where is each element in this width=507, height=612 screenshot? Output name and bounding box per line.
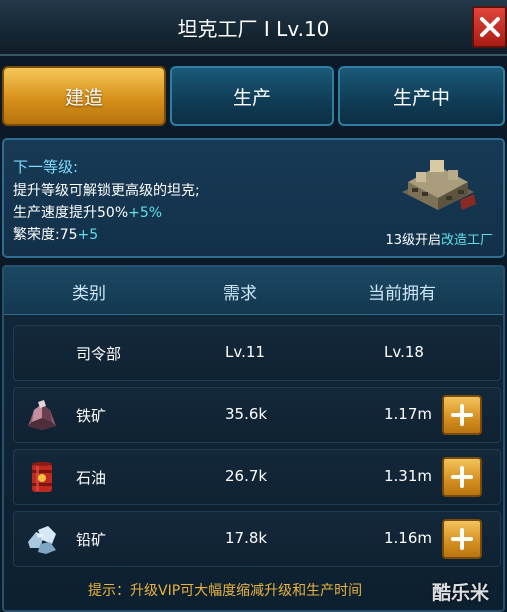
row-required: Lv.11 [225, 343, 265, 361]
plus-icon [451, 528, 473, 550]
oil-barrel-icon [32, 462, 52, 492]
row-owned: 1.17m [384, 405, 433, 423]
table-header: 类别 需求 当前拥有 [4, 267, 503, 315]
upgrade-factory-link[interactable]: 改造工厂 [441, 233, 493, 248]
prosperity-base: 繁荣度:75 [13, 227, 78, 243]
title-bar: 坦克工厂 I Lv.10 [0, 0, 507, 56]
next-level-panel: 下一等级: 提升等级可解锁更高级的坦克; 生产速度提升50%+5% 繁荣度:75… [2, 138, 505, 258]
table-row: 铁矿 35.6k 1.17m [13, 387, 501, 443]
column-owned: 当前拥有 [368, 284, 436, 304]
tab-producing[interactable]: 生产中 [338, 66, 505, 126]
table-row: 石油 26.7k 1.31m [13, 449, 501, 505]
speed-bonus-base: 生产速度提升50% [13, 205, 129, 221]
close-icon [479, 17, 500, 37]
row-required: 35.6k [225, 405, 268, 423]
add-iron-button[interactable] [442, 395, 482, 435]
row-owned: Lv.18 [384, 343, 424, 361]
next-level-heading: 下一等级: [13, 158, 79, 176]
prosperity-text: 繁荣度:75+5 [13, 224, 98, 244]
plus-icon [451, 466, 473, 488]
speed-bonus-text: 生产速度提升50%+5% [13, 202, 162, 222]
unlock-note: 13级开启改造工厂 [385, 229, 493, 248]
row-category: 司令部 [76, 345, 122, 363]
tab-produce[interactable]: 生产 [170, 66, 334, 126]
row-required: 17.8k [225, 529, 268, 547]
column-required: 需求 [223, 284, 257, 304]
factory-building-icon [402, 160, 476, 210]
watermark-text: 酷乐米 [432, 582, 490, 604]
prosperity-increase: +5 [77, 227, 99, 243]
close-button[interactable] [472, 6, 507, 48]
unlock-tanks-text: 提升等级可解锁更高级的坦克; [13, 183, 200, 199]
row-required: 26.7k [225, 467, 268, 485]
column-category: 类别 [72, 284, 106, 304]
window-title: 坦克工厂 I Lv.10 [177, 17, 330, 41]
row-category: 铅矿 [76, 531, 107, 549]
vip-hint: 提示：升级VIP可大幅度缩减升级和生产时间 [88, 583, 363, 599]
row-owned: 1.16m [384, 529, 433, 547]
speed-bonus-increase: +5% [128, 205, 163, 221]
add-oil-button[interactable] [442, 457, 482, 497]
lead-ore-icon [28, 526, 56, 554]
row-owned: 1.31m [384, 467, 433, 485]
tab-bar: 建造 生产 生产中 [0, 66, 507, 130]
add-lead-button[interactable] [442, 519, 482, 559]
row-category: 石油 [76, 469, 107, 487]
requirements-table: 类别 需求 当前拥有 司令部 Lv.11 Lv.18 铁矿 35.6k 1.17… [2, 265, 505, 612]
row-category: 铁矿 [76, 407, 107, 425]
unlock-prefix: 13级开启 [385, 233, 441, 248]
table-row: 铅矿 17.8k 1.16m [13, 511, 501, 567]
iron-ore-icon [28, 400, 56, 430]
plus-icon [451, 404, 473, 426]
tab-build[interactable]: 建造 [2, 66, 166, 126]
table-row: 司令部 Lv.11 Lv.18 [13, 325, 501, 381]
